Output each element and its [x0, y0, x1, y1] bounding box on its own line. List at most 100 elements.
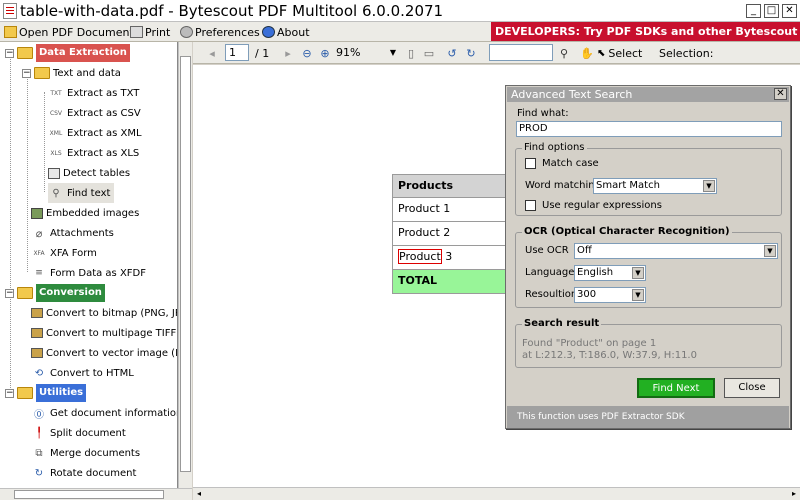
tree-embedded-images[interactable]: Embedded images	[31, 203, 139, 223]
tree-convert-bitmap[interactable]: Convert to bitmap (PNG, JPEG,	[31, 303, 177, 323]
zoom-in-icon[interactable]: ⊕	[317, 45, 333, 61]
scroll-thumb[interactable]	[180, 56, 191, 472]
fit-width-icon[interactable]: ▭	[421, 45, 437, 61]
search-result-title: Search result	[522, 318, 602, 329]
regex-checkbox[interactable]	[525, 200, 536, 211]
word-matching-select[interactable]: Smart Match ▼	[593, 178, 717, 194]
hand-tool-icon[interactable]: ✋	[579, 45, 595, 61]
use-ocr-select[interactable]: Off ▼	[574, 243, 778, 259]
tree-conversion[interactable]: − Conversion	[5, 283, 105, 303]
tree-horizontal-scrollbar[interactable]	[0, 488, 192, 500]
page-number-input[interactable]: 1	[225, 44, 249, 61]
scroll-left-icon[interactable]: ◂	[197, 489, 201, 498]
dialog-title: Advanced Text Search	[507, 87, 789, 102]
next-page-icon[interactable]: ▸	[280, 45, 296, 61]
print-button[interactable]: Print	[130, 25, 170, 39]
split-label: Split document	[50, 427, 126, 439]
table-header: Products	[392, 174, 512, 198]
tree-merge-documents[interactable]: ⧉ Merge documents	[31, 443, 140, 463]
tree-extract-xml[interactable]: XML Extract as XML	[48, 123, 142, 143]
tree-convert-html[interactable]: ⟲ Convert to HTML	[31, 363, 134, 383]
search-input[interactable]	[489, 44, 553, 61]
minimize-button[interactable]: _	[746, 4, 761, 18]
about-button[interactable]: About	[262, 25, 310, 39]
developers-banner[interactable]: DEVELOPERS: Try PDF SDKs and other Bytes…	[491, 22, 800, 41]
rotate-left-icon[interactable]: ↺	[444, 45, 460, 61]
xls-file-icon: XLS	[50, 149, 62, 157]
tree-extract-txt[interactable]: TXT Extract as TXT	[48, 83, 139, 103]
zoom-select[interactable]: 91% ▼	[336, 45, 398, 62]
binoculars-icon: ⚲	[52, 187, 60, 199]
collapse-icon: −	[5, 387, 14, 398]
document-toolbar: ◂ 1 / 1 ▸ ⊖ ⊕ 91% ▼ ▯ ▭ ↺ ↻ ⚲ ✋ ⬉ Select…	[193, 42, 800, 64]
match-case-checkbox[interactable]	[525, 158, 536, 169]
tree-extract-csv[interactable]: CSV Extract as CSV	[48, 103, 141, 123]
bitmap-icon	[31, 308, 43, 318]
conversion-label: Conversion	[36, 284, 105, 302]
zoom-out-icon[interactable]: ⊖	[299, 45, 315, 61]
binoculars-icon[interactable]: ⚲	[556, 45, 572, 61]
scroll-right-icon[interactable]: ▸	[792, 489, 796, 498]
convert-emf-label: Convert to vector image (EMF)	[46, 347, 177, 359]
language-select[interactable]: English ▼	[574, 265, 646, 281]
tree-utilities[interactable]: − Utilities	[5, 383, 87, 403]
folder-icon	[34, 67, 50, 79]
prev-page-icon[interactable]: ◂	[204, 45, 220, 61]
collapse-icon: −	[22, 67, 31, 78]
tree-text-and-data[interactable]: − Text and data	[22, 63, 121, 83]
tree-split-document[interactable]: ╿ Split document	[31, 423, 126, 443]
tree-rotate-document[interactable]: ↻ Rotate document	[31, 463, 137, 483]
folder-open-icon	[4, 26, 17, 38]
data-extraction-label: Data Extraction	[36, 44, 130, 62]
text-and-data-label: Text and data	[53, 67, 121, 79]
close-button[interactable]: Close	[724, 378, 780, 398]
tree-convert-tiff[interactable]: Convert to multipage TIFF	[31, 323, 176, 343]
collapse-icon: −	[5, 47, 14, 58]
open-pdf-button[interactable]: Open PDF Document	[4, 25, 134, 39]
tree-xfa-form[interactable]: XFA XFA Form	[31, 243, 97, 263]
tree-extract-xls[interactable]: XLS Extract as XLS	[48, 143, 139, 163]
rotate-label: Rotate document	[50, 467, 137, 479]
dialog-close-icon[interactable]: ✕	[774, 88, 787, 100]
printer-icon	[130, 26, 143, 38]
tree-form-data-xfdf[interactable]: ≡ Form Data as XFDF	[31, 263, 146, 283]
maximize-button[interactable]: □	[764, 4, 779, 18]
zoom-value: 91%	[336, 46, 361, 59]
extract-xls-label: Extract as XLS	[67, 147, 140, 159]
rotate-right-icon[interactable]: ↻	[463, 45, 479, 61]
find-options-title: Find options	[522, 142, 587, 153]
scroll-thumb[interactable]	[14, 490, 164, 499]
select-tool-button[interactable]: ⬉ Select	[597, 45, 642, 62]
find-next-button[interactable]: Find Next	[637, 378, 715, 398]
dialog-footer-note: This function uses PDF Extractor SDK	[507, 406, 789, 428]
table-row: Product 3	[392, 246, 512, 270]
merge-icon: ⧉	[35, 447, 43, 459]
info-icon: ⓪	[34, 409, 44, 421]
document-horizontal-scrollbar[interactable]: ◂ ▸	[193, 487, 800, 500]
tree-vertical-scrollbar[interactable]	[178, 42, 192, 488]
preferences-button[interactable]: Preferences	[180, 25, 260, 39]
find-what-input[interactable]: PROD	[516, 121, 782, 137]
resolution-select[interactable]: 300 ▼	[574, 287, 646, 303]
tree-convert-emf[interactable]: Convert to vector image (EMF)	[31, 343, 177, 363]
pdf-app-icon	[3, 3, 17, 19]
xfa-form-label: XFA Form	[50, 247, 97, 259]
folder-icon	[17, 287, 33, 299]
gear-icon	[180, 26, 193, 38]
tree-detect-tables[interactable]: Detect tables	[48, 163, 130, 183]
tree-data-extraction[interactable]: − Data Extraction	[5, 43, 130, 63]
fit-page-icon[interactable]: ▯	[403, 45, 419, 61]
csv-file-icon: CSV	[49, 109, 63, 117]
extract-csv-label: Extract as CSV	[67, 107, 141, 119]
find-text-label: Find text	[67, 187, 111, 199]
tree-find-text[interactable]: ⚲ Find text	[48, 183, 115, 203]
about-label: About	[277, 25, 310, 39]
rotate-icon: ↻	[34, 467, 44, 479]
tree-get-document-info[interactable]: ⓪ Get document information	[31, 403, 177, 423]
close-window-button[interactable]: ✕	[782, 4, 797, 18]
word-matching-value: Smart Match	[596, 180, 660, 191]
search-result-group: Search result Found "Product" on page 1 …	[515, 318, 782, 368]
window-title: table-with-data.pdf - Bytescout PDF Mult…	[20, 2, 444, 20]
tree-attachments[interactable]: ⌀ Attachments	[31, 223, 114, 243]
txt-file-icon: TXT	[50, 89, 62, 97]
